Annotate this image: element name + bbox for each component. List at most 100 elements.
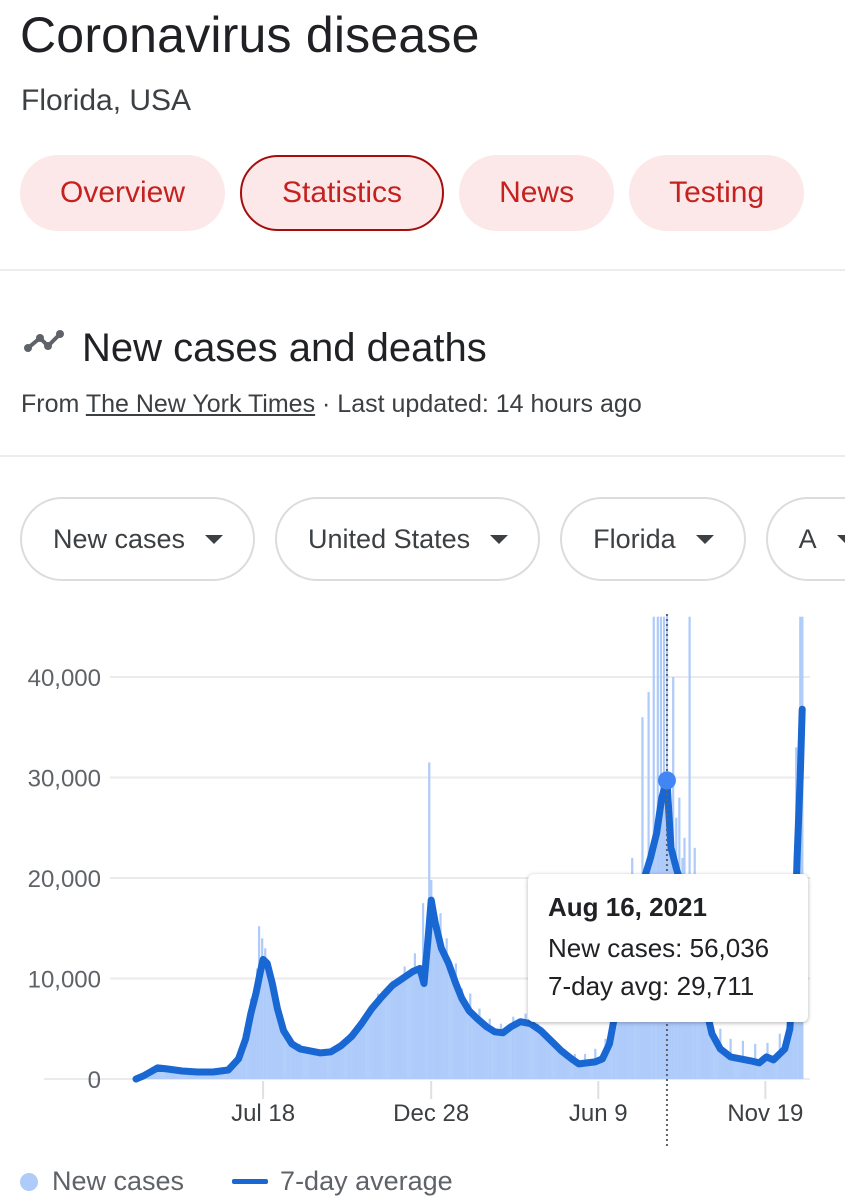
source-link[interactable]: The New York Times xyxy=(86,390,315,418)
new-cases-bar xyxy=(340,1045,342,1079)
new-cases-bar xyxy=(491,1028,493,1079)
new-cases-bar xyxy=(458,989,460,1079)
new-cases-bar xyxy=(418,966,420,1079)
x-tick-label: Dec 28 xyxy=(393,1100,469,1127)
new-cases-bar xyxy=(391,980,394,1079)
new-cases-bar xyxy=(457,986,459,1079)
new-cases-bar xyxy=(506,1028,508,1079)
x-tick-label: Nov 19 xyxy=(727,1100,803,1127)
y-tick-label: 10,000 xyxy=(28,967,101,994)
new-cases-bar xyxy=(383,992,385,1079)
new-cases-bar xyxy=(408,972,410,1079)
new-cases-bar xyxy=(539,1029,541,1079)
new-cases-bar xyxy=(533,1024,535,1079)
new-cases-bar xyxy=(449,964,451,1079)
tooltip-date: Aug 16, 2021 xyxy=(548,892,707,922)
new-cases-bar xyxy=(505,1029,507,1079)
y-tick-label: 0 xyxy=(88,1067,101,1094)
new-cases-bar xyxy=(381,994,383,1079)
new-cases-bar xyxy=(502,1031,504,1079)
metric-dropdown[interactable]: New cases xyxy=(20,497,256,581)
new-cases-bar xyxy=(436,928,439,1079)
new-cases-bar xyxy=(346,1039,348,1079)
new-cases-bar xyxy=(396,980,399,1079)
new-cases-bar xyxy=(486,1025,488,1079)
new-cases-bar xyxy=(492,1029,494,1079)
new-cases-bar xyxy=(350,1035,352,1079)
new-cases-bar xyxy=(387,988,389,1079)
chart-tooltip: Aug 16, 2021 New cases: 56,036 7-day avg… xyxy=(528,874,808,1022)
new-cases-bar xyxy=(521,1020,524,1079)
y-tick-label: 30,000 xyxy=(28,766,101,793)
new-cases-bar xyxy=(304,1049,306,1079)
new-cases-bar xyxy=(407,972,409,1079)
tab-testing[interactable]: Testing xyxy=(629,155,805,231)
new-cases-bar xyxy=(397,979,400,1079)
tab-statistics[interactable]: Statistics xyxy=(240,155,445,231)
tab-overview[interactable]: Overview xyxy=(20,155,226,231)
location-subtitle: Florida, USA xyxy=(21,84,192,117)
section-title: New cases and deaths xyxy=(82,326,487,370)
new-cases-bar xyxy=(309,1050,311,1079)
caret-down-icon xyxy=(695,534,714,544)
new-cases-bar xyxy=(463,1000,465,1079)
new-cases-bar xyxy=(531,1023,533,1079)
new-cases-bar xyxy=(495,1030,497,1079)
new-cases-bar xyxy=(399,977,402,1079)
page-title: Coronavirus disease xyxy=(20,7,480,63)
new-cases-bar xyxy=(443,950,445,1079)
country-dropdown[interactable]: United States xyxy=(275,497,541,581)
new-cases-bar xyxy=(352,1033,354,1079)
new-cases-bar xyxy=(358,1025,361,1079)
new-cases-bar xyxy=(330,1051,332,1079)
new-cases-bar xyxy=(368,1011,370,1079)
new-cases-legend-icon xyxy=(20,1172,38,1191)
new-cases-bar xyxy=(274,1008,277,1079)
new-cases-bar xyxy=(291,1043,293,1079)
new-cases-bar xyxy=(547,1036,549,1079)
x-tick-label: Jun 9 xyxy=(569,1100,628,1127)
state-dropdown-label: Florida xyxy=(593,523,676,554)
new-cases-bar xyxy=(503,1031,505,1079)
new-cases-bar xyxy=(510,1025,512,1079)
new-cases-bar xyxy=(451,969,453,1079)
new-cases-bar xyxy=(544,1033,546,1079)
tab-news[interactable]: News xyxy=(459,155,615,231)
county-dropdown-label: A xyxy=(798,523,817,554)
new-cases-bar xyxy=(453,975,455,1079)
new-cases-bar xyxy=(382,993,384,1079)
new-cases-bar xyxy=(475,1016,477,1079)
new-cases-bar xyxy=(515,1022,517,1079)
new-cases-bar xyxy=(514,1023,516,1079)
new-cases-bar xyxy=(459,991,461,1079)
new-cases-bar xyxy=(444,952,446,1079)
new-cases-bar xyxy=(520,1020,523,1079)
new-cases-bar xyxy=(403,966,406,1079)
metric-dropdown-label: New cases xyxy=(53,523,186,554)
new-cases-bar xyxy=(400,977,403,1079)
new-cases-bar xyxy=(359,1023,362,1079)
new-cases-bar xyxy=(527,1022,529,1079)
new-cases-bar xyxy=(384,991,386,1079)
new-cases-bar xyxy=(542,1031,544,1079)
county-dropdown[interactable]: A xyxy=(765,497,845,581)
new-cases-bar xyxy=(393,982,395,1079)
new-cases-bar xyxy=(529,1022,531,1079)
new-cases-bar xyxy=(480,1021,483,1079)
new-cases-bar xyxy=(356,1027,359,1079)
new-cases-bar xyxy=(504,1030,506,1079)
state-dropdown[interactable]: Florida xyxy=(560,497,746,581)
new-cases-bar xyxy=(496,1031,498,1079)
country-dropdown-label: United States xyxy=(308,523,471,554)
new-cases-bar xyxy=(385,990,387,1079)
new-cases-bar xyxy=(395,980,398,1079)
caret-down-icon xyxy=(205,534,224,544)
avg-legend-icon xyxy=(232,1179,269,1184)
new-cases-bar xyxy=(379,997,381,1079)
y-tick-label: 40,000 xyxy=(28,665,101,692)
new-cases-bar xyxy=(517,1021,520,1079)
new-cases-bar xyxy=(371,1007,373,1079)
new-cases-bar xyxy=(388,987,390,1079)
tooltip-avg: 7-day avg: 29,711 xyxy=(548,971,755,1001)
tooltip-new-cases: New cases: 56,036 xyxy=(548,933,770,963)
